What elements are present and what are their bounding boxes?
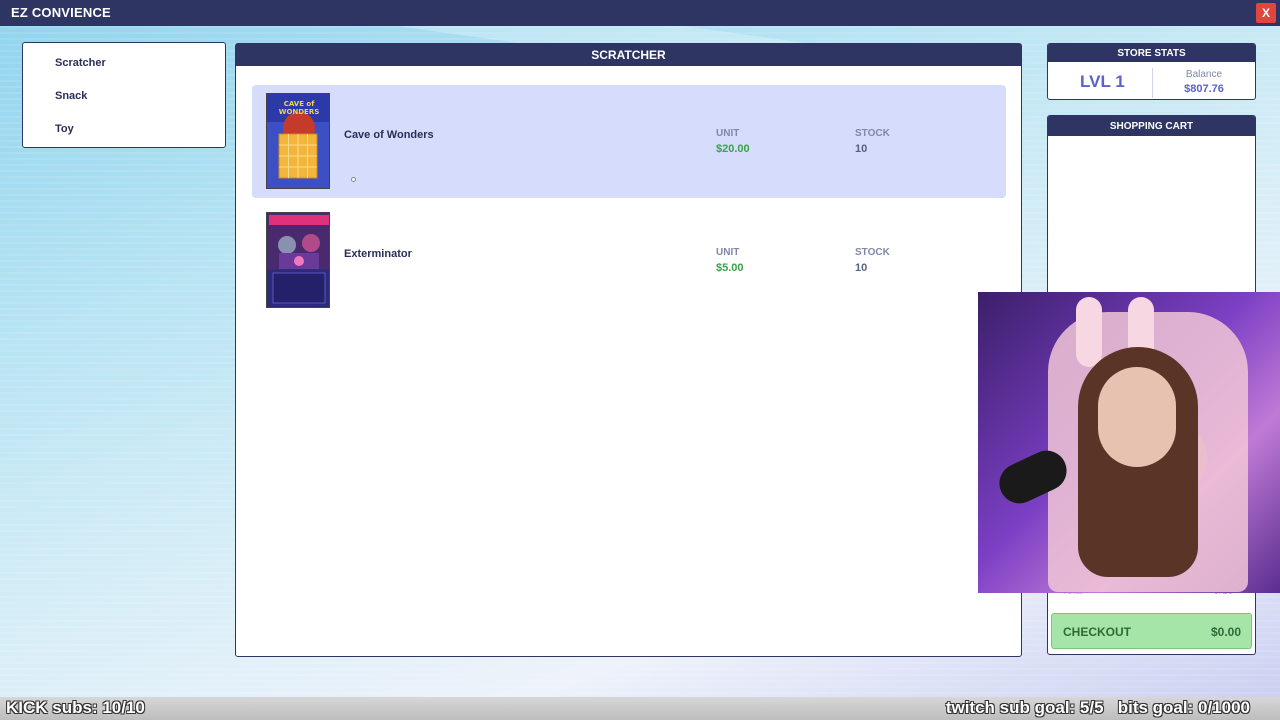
store-stats-panel: STORE STATS LVL 1 Balance $807.76 — [1047, 43, 1256, 100]
checkout-total: $0.00 — [1210, 625, 1241, 639]
category-scratcher[interactable]: Scratcher — [55, 57, 106, 69]
checkout-button[interactable]: CHECKOUT $0.00 — [1051, 613, 1252, 649]
checkout-label: CHECKOUT — [1063, 625, 1131, 639]
product-stock: 10 — [855, 143, 868, 155]
product-row-cave-of-wonders[interactable]: CAVE of WONDERS Cave of Wonders UNIT $20… — [252, 85, 1006, 198]
exterminator-thumbnail — [266, 212, 330, 308]
stock-label: STOCK — [855, 128, 890, 139]
product-name: Cave of Wonders — [344, 129, 434, 141]
unit-label: UNIT — [716, 128, 740, 139]
balance-value: $807.76 — [1184, 83, 1224, 95]
category-panel: Scratcher Snack Toy — [22, 42, 226, 148]
product-name: Exterminator — [344, 248, 412, 260]
svg-text:WONDERS: WONDERS — [279, 108, 320, 116]
unit-label: UNIT — [716, 247, 740, 258]
category-snack[interactable]: Snack — [55, 90, 87, 102]
kick-subs-goal: KICK subs: 10/10 — [6, 698, 145, 717]
streamer-face — [1098, 367, 1176, 467]
stock-label: STOCK — [855, 247, 890, 258]
title-bar: EZ CONVIENCE X — [0, 0, 1280, 26]
close-button[interactable]: X — [1256, 3, 1276, 23]
balance-label: Balance — [1185, 69, 1223, 80]
bunny-ear-left — [1076, 297, 1102, 367]
product-panel-header: SCRATCHER — [236, 44, 1021, 66]
product-price: $20.00 — [716, 143, 750, 155]
product-price: $5.00 — [716, 262, 744, 274]
product-row-exterminator[interactable]: Exterminator UNIT $5.00 STOCK 10 — [252, 204, 1006, 317]
app-title: EZ CONVIENCE — [11, 5, 111, 20]
mouse-cursor-icon — [351, 177, 356, 182]
shopping-cart-header: SHOPPING CART — [1048, 116, 1255, 136]
category-toy[interactable]: Toy — [55, 123, 74, 135]
cave-of-wonders-thumbnail: CAVE of WONDERS — [266, 93, 330, 189]
store-stats-header: STORE STATS — [1048, 44, 1255, 62]
twitch-goals: twitch sub goal: 5/5 bits goal: 0/1000 — [945, 698, 1250, 717]
product-stock: 10 — [855, 262, 868, 274]
product-panel: SCRATCHER CAVE of WONDERS Cave of Wonder… — [235, 43, 1022, 657]
stream-ticker: KICK subs: 10/10 twitch sub goal: 5/5 bi… — [0, 697, 1280, 720]
webcam-overlay — [978, 292, 1280, 593]
store-level: LVL 1 — [1080, 72, 1125, 91]
cave-thumb-text: CAVE of — [284, 100, 316, 108]
